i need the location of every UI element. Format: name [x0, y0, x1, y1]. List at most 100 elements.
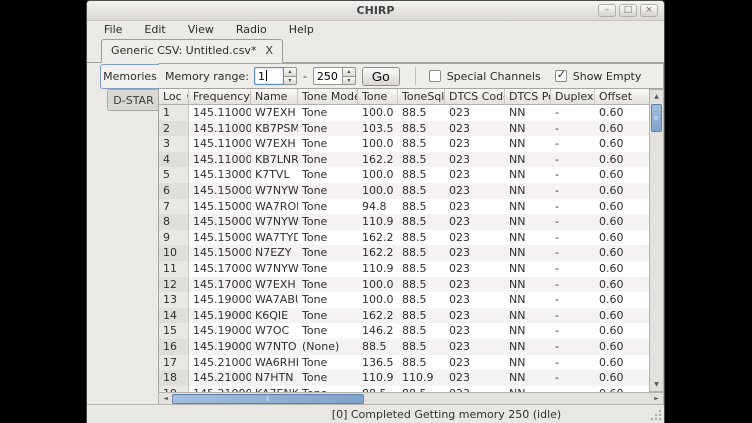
table-cell[interactable]: 0.60: [595, 308, 649, 324]
table-cell[interactable]: 023: [445, 292, 505, 308]
table-row[interactable]: 18145.210000N7HTNTone110.9110.9023NN-0.6…: [159, 370, 649, 386]
table-cell[interactable]: 88.5: [398, 245, 445, 261]
table-cell[interactable]: Tone: [298, 152, 358, 168]
table-cell[interactable]: NN: [505, 292, 551, 308]
row-header-cell[interactable]: 14: [159, 308, 189, 324]
table-row[interactable]: 17145.210000WA6RHKTone136.588.5023NN-0.6…: [159, 355, 649, 371]
table-cell[interactable]: 162.2: [358, 245, 398, 261]
go-button[interactable]: Go: [362, 67, 400, 86]
table-row[interactable]: 12145.170000W7EXHTone100.088.5023NN-0.60: [159, 277, 649, 293]
table-row[interactable]: 13145.190000WA7ABUTone100.088.5023NN-0.6…: [159, 292, 649, 308]
table-row[interactable]: 8145.150000W7NYWTone110.988.5023NN-0.60: [159, 214, 649, 230]
menu-item-help[interactable]: Help: [286, 22, 317, 38]
table-cell[interactable]: 023: [445, 214, 505, 230]
table-cell[interactable]: 145.110000: [189, 152, 251, 168]
table-cell[interactable]: 88.5: [398, 292, 445, 308]
table-cell[interactable]: NN: [505, 121, 551, 137]
table-cell[interactable]: 023: [445, 199, 505, 215]
table-cell[interactable]: -: [551, 323, 595, 339]
table-cell[interactable]: 100.0: [358, 183, 398, 199]
table-cell[interactable]: 145.150000: [189, 245, 251, 261]
table-cell[interactable]: NN: [505, 277, 551, 293]
table-cell[interactable]: NN: [505, 167, 551, 183]
range-start-spin-down-icon[interactable]: ▾: [284, 76, 297, 86]
row-header-cell[interactable]: 4: [159, 152, 189, 168]
table-cell[interactable]: NN: [505, 339, 551, 355]
table-cell[interactable]: -: [551, 308, 595, 324]
table-cell[interactable]: Tone: [298, 199, 358, 215]
table-cell[interactable]: 110.9: [358, 214, 398, 230]
table-cell[interactable]: 162.2: [358, 308, 398, 324]
table-cell[interactable]: 88.5: [398, 339, 445, 355]
table-cell[interactable]: -: [551, 245, 595, 261]
table-cell[interactable]: WA7ABU: [251, 292, 298, 308]
table-cell[interactable]: W7EXH: [251, 277, 298, 293]
table-cell[interactable]: -: [551, 339, 595, 355]
table-cell[interactable]: 145.110000: [189, 136, 251, 152]
table-cell[interactable]: 88.5: [398, 167, 445, 183]
table-cell[interactable]: 100.0: [358, 136, 398, 152]
table-cell[interactable]: NN: [505, 261, 551, 277]
tab-d-star[interactable]: D-STAR: [107, 89, 159, 111]
table-row[interactable]: 10145.150000N7EZYTone162.288.5023NN-0.60: [159, 245, 649, 261]
titlebar[interactable]: CHIRP – □ ×: [87, 1, 664, 21]
table-row[interactable]: 5145.130000K7TVLTone100.088.5023NN-0.60: [159, 167, 649, 183]
table-cell[interactable]: -: [551, 214, 595, 230]
row-header-cell[interactable]: 7: [159, 199, 189, 215]
table-cell[interactable]: 023: [445, 183, 505, 199]
header-cell-frequency[interactable]: Frequency: [189, 89, 251, 105]
table-cell[interactable]: KB7PSM: [251, 121, 298, 137]
table-row[interactable]: 15145.190000W7OCTone146.288.5023NN-0.60: [159, 323, 649, 339]
table-cell[interactable]: NN: [505, 355, 551, 371]
table-row[interactable]: 6145.150000W7NYWTone100.088.5023NN-0.60: [159, 183, 649, 199]
row-header-cell[interactable]: 3: [159, 136, 189, 152]
table-cell[interactable]: 145.150000: [189, 230, 251, 246]
table-cell[interactable]: 023: [445, 136, 505, 152]
table-cell[interactable]: 88.5: [398, 355, 445, 371]
row-header-cell[interactable]: 13: [159, 292, 189, 308]
table-cell[interactable]: KB7LNR: [251, 152, 298, 168]
table-cell[interactable]: 94.8: [358, 199, 398, 215]
table-cell[interactable]: 023: [445, 105, 505, 121]
table-cell[interactable]: 136.5: [358, 355, 398, 371]
table-cell[interactable]: NN: [505, 230, 551, 246]
row-header-cell[interactable]: 6: [159, 183, 189, 199]
table-cell[interactable]: 0.60: [595, 370, 649, 386]
table-cell[interactable]: W7NYW: [251, 183, 298, 199]
table-cell[interactable]: 0.60: [595, 230, 649, 246]
tab-close-button[interactable]: X: [265, 44, 273, 62]
table-row[interactable]: 2145.110000KB7PSMTone103.588.5023NN-0.60: [159, 121, 649, 137]
table-cell[interactable]: Tone: [298, 105, 358, 121]
table-cell[interactable]: Tone: [298, 245, 358, 261]
table-cell[interactable]: -: [551, 121, 595, 137]
table-cell[interactable]: Tone: [298, 121, 358, 137]
table-cell[interactable]: 0.60: [595, 167, 649, 183]
table-row[interactable]: 7145.150000WA7ROBTone94.888.5023NN-0.60: [159, 199, 649, 215]
table-cell[interactable]: 88.5: [398, 105, 445, 121]
table-cell[interactable]: N7HTN: [251, 370, 298, 386]
table-cell[interactable]: Tone: [298, 261, 358, 277]
row-header-cell[interactable]: 11: [159, 261, 189, 277]
table-row[interactable]: 11145.170000W7NYWTone110.988.5023NN-0.60: [159, 261, 649, 277]
vertical-scrollbar[interactable]: ▲ ≡ ▼: [649, 89, 664, 392]
table-cell[interactable]: 145.190000: [189, 308, 251, 324]
table-cell[interactable]: 145.190000: [189, 292, 251, 308]
table-cell[interactable]: 110.9: [398, 370, 445, 386]
table-cell[interactable]: NN: [505, 199, 551, 215]
tab-memories[interactable]: Memories: [100, 64, 159, 89]
table-cell[interactable]: 88.5: [398, 199, 445, 215]
table-cell[interactable]: (None): [298, 339, 358, 355]
row-header-cell[interactable]: 18: [159, 370, 189, 386]
table-cell[interactable]: Tone: [298, 230, 358, 246]
table-cell[interactable]: 145.150000: [189, 199, 251, 215]
header-cell-dtcs-code[interactable]: DTCS Code: [445, 89, 505, 105]
row-header-cell[interactable]: 16: [159, 339, 189, 355]
table-cell[interactable]: 0.60: [595, 323, 649, 339]
table-cell[interactable]: -: [551, 199, 595, 215]
table-cell[interactable]: -: [551, 105, 595, 121]
row-header-cell[interactable]: 1: [159, 105, 189, 121]
range-end-spin-up-icon[interactable]: ▴: [343, 67, 356, 76]
table-cell[interactable]: N7EZY: [251, 245, 298, 261]
table-cell[interactable]: Tone: [298, 323, 358, 339]
table-cell[interactable]: 88.5: [398, 308, 445, 324]
